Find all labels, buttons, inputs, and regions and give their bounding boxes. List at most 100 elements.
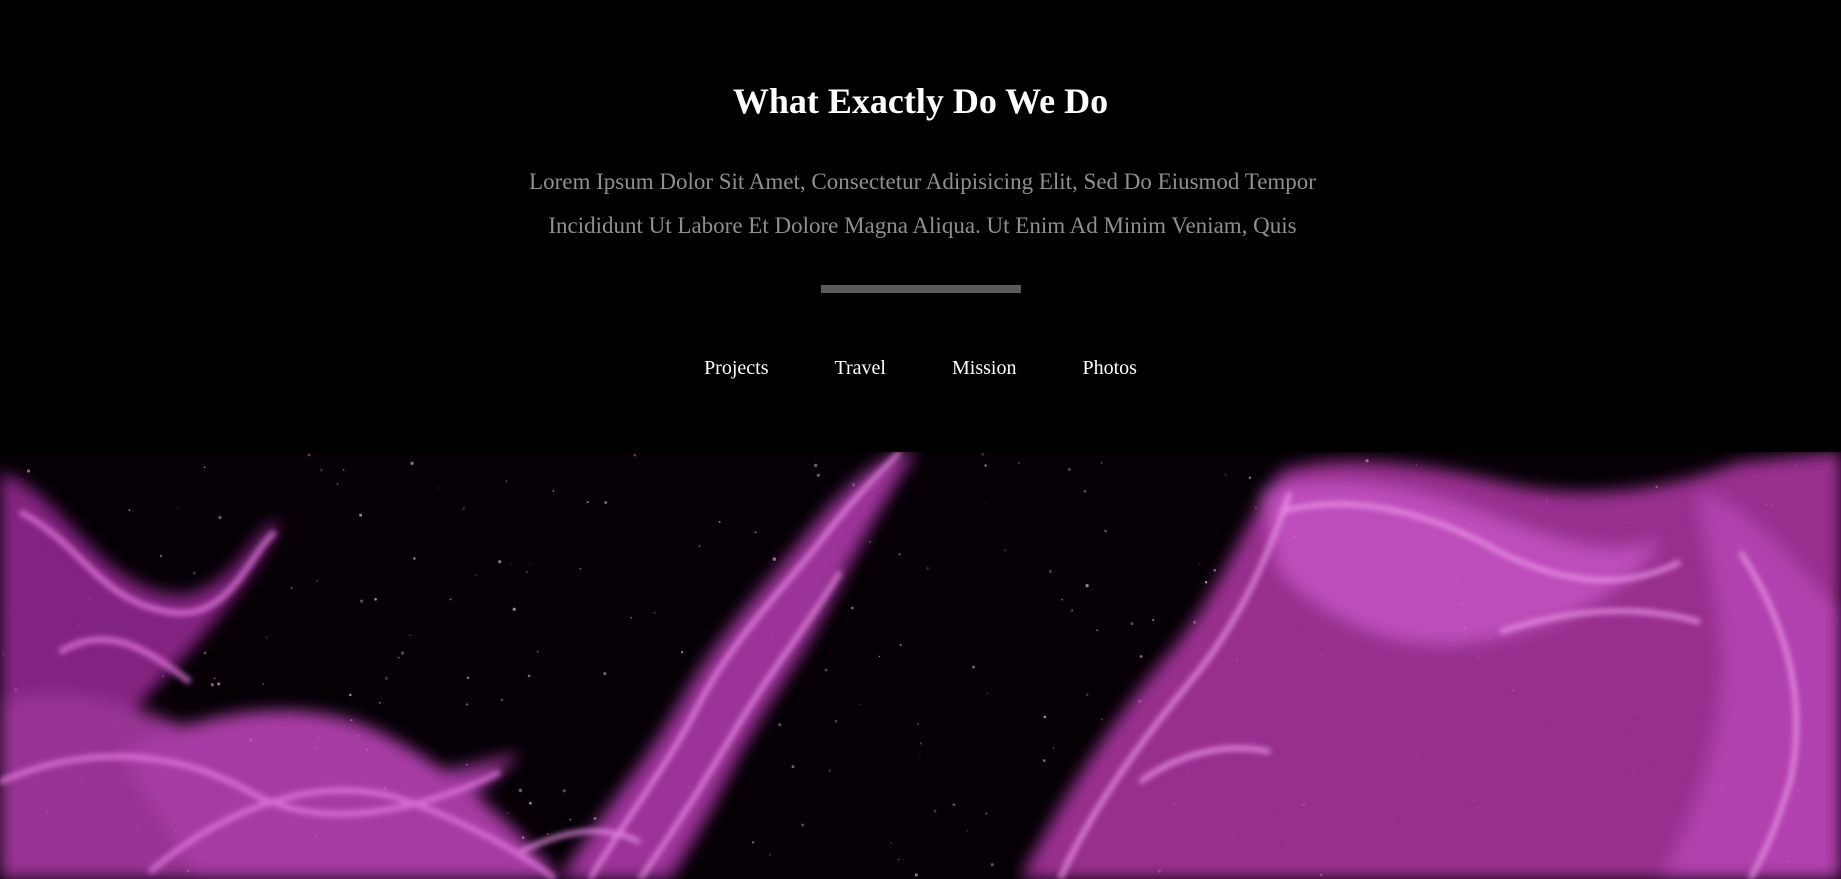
star-dot bbox=[859, 704, 861, 706]
star-dot bbox=[1043, 715, 1047, 719]
star-dot bbox=[1415, 464, 1418, 466]
star-dot bbox=[680, 651, 684, 654]
star-dot bbox=[1052, 747, 1055, 749]
star-dot bbox=[528, 562, 530, 564]
star-dot bbox=[307, 453, 311, 457]
star-dot bbox=[526, 570, 528, 573]
star-dot bbox=[698, 544, 701, 548]
star-dot bbox=[834, 719, 838, 723]
star-dot bbox=[768, 854, 771, 857]
star-dot bbox=[1213, 568, 1217, 572]
star-dot bbox=[981, 452, 985, 456]
star-dot bbox=[527, 674, 531, 678]
star-dot bbox=[1139, 655, 1143, 658]
tab-photos[interactable]: Photos bbox=[1082, 352, 1136, 384]
star-dot bbox=[216, 682, 221, 686]
tab-projects[interactable]: Projects bbox=[704, 352, 768, 384]
star-dot bbox=[926, 567, 929, 570]
star-dot bbox=[878, 655, 881, 658]
star-dot bbox=[990, 863, 994, 867]
star-dot bbox=[348, 693, 352, 697]
star-dot bbox=[1067, 467, 1071, 472]
star-dot bbox=[604, 501, 608, 504]
star-dot bbox=[824, 668, 828, 672]
star-dot bbox=[914, 873, 918, 877]
star-dot bbox=[336, 483, 339, 485]
star-dot bbox=[128, 509, 131, 512]
star-dot bbox=[360, 599, 364, 603]
star-dot bbox=[509, 562, 512, 565]
star-dot bbox=[986, 692, 988, 694]
star-dot bbox=[320, 469, 323, 472]
star-dot bbox=[828, 769, 831, 772]
star-dot bbox=[603, 672, 607, 676]
star-dot bbox=[498, 560, 502, 564]
star-dot bbox=[529, 801, 532, 805]
star-dot bbox=[316, 580, 318, 582]
star-dot bbox=[500, 698, 504, 702]
star-dot bbox=[1004, 549, 1006, 551]
star-dot bbox=[505, 480, 508, 482]
star-dot bbox=[898, 553, 901, 556]
description-line-2: Incididunt Ut Labore Et Dolore Magna Ali… bbox=[548, 213, 1297, 238]
star-dot bbox=[633, 454, 637, 457]
star-dot bbox=[413, 557, 416, 560]
star-dot bbox=[518, 788, 523, 793]
star-dot bbox=[791, 765, 795, 769]
star-dot bbox=[933, 809, 937, 813]
star-dot bbox=[868, 540, 872, 544]
star-dot bbox=[1085, 583, 1089, 588]
star-dot bbox=[983, 503, 985, 505]
title-divider bbox=[821, 285, 1021, 293]
star-dot bbox=[203, 466, 206, 469]
star-dot bbox=[537, 651, 539, 653]
star-dot bbox=[26, 469, 31, 473]
tab-mission[interactable]: Mission bbox=[952, 352, 1016, 384]
star-dot bbox=[465, 763, 468, 766]
star-dot bbox=[562, 789, 566, 793]
star-dot bbox=[1100, 462, 1103, 464]
star-dot bbox=[653, 611, 656, 614]
star-dot bbox=[1085, 693, 1089, 697]
star-dot bbox=[265, 636, 268, 639]
star-dot bbox=[916, 722, 920, 726]
star-dot bbox=[1224, 473, 1227, 476]
star-dot bbox=[552, 490, 555, 492]
star-dot bbox=[890, 842, 892, 844]
star-dot bbox=[751, 841, 755, 844]
star-dot bbox=[899, 643, 902, 646]
star-dot bbox=[192, 571, 196, 575]
tab-travel[interactable]: Travel bbox=[835, 352, 886, 384]
star-dot bbox=[972, 665, 975, 669]
star-dot bbox=[290, 586, 293, 589]
services-section: What Exactly Do We Do Lorem Ipsum Dolor … bbox=[0, 0, 1841, 452]
star-dot bbox=[1048, 569, 1053, 574]
star-dot bbox=[512, 607, 516, 611]
star-dot bbox=[449, 598, 452, 601]
star-dot bbox=[475, 574, 477, 576]
star-dot bbox=[1204, 580, 1208, 584]
hero-image bbox=[0, 452, 1841, 879]
star-dot bbox=[593, 817, 597, 820]
star-dot bbox=[177, 507, 179, 509]
star-dot bbox=[1199, 563, 1201, 565]
star-dot bbox=[465, 703, 469, 706]
star-dot bbox=[439, 487, 441, 489]
section-title: What Exactly Do We Do bbox=[732, 81, 1109, 121]
star-dot bbox=[1130, 622, 1134, 626]
star-dot bbox=[919, 756, 921, 758]
star-dot bbox=[400, 651, 405, 655]
star-dot bbox=[398, 656, 400, 659]
filter-tabs: Projects Travel Mission Photos bbox=[0, 352, 1841, 384]
star-dot bbox=[1152, 618, 1155, 621]
star-dot bbox=[1018, 462, 1020, 464]
star-dot bbox=[919, 742, 923, 745]
star-dot bbox=[984, 464, 987, 467]
star-dot bbox=[546, 832, 549, 836]
star-dot bbox=[814, 463, 818, 468]
star-dot bbox=[1104, 529, 1107, 533]
star-dot bbox=[851, 606, 854, 610]
star-dot bbox=[374, 597, 377, 601]
star-dot bbox=[1042, 759, 1046, 762]
description-line-1: Lorem Ipsum Dolor Sit Amet, Consectetur … bbox=[529, 169, 1316, 194]
